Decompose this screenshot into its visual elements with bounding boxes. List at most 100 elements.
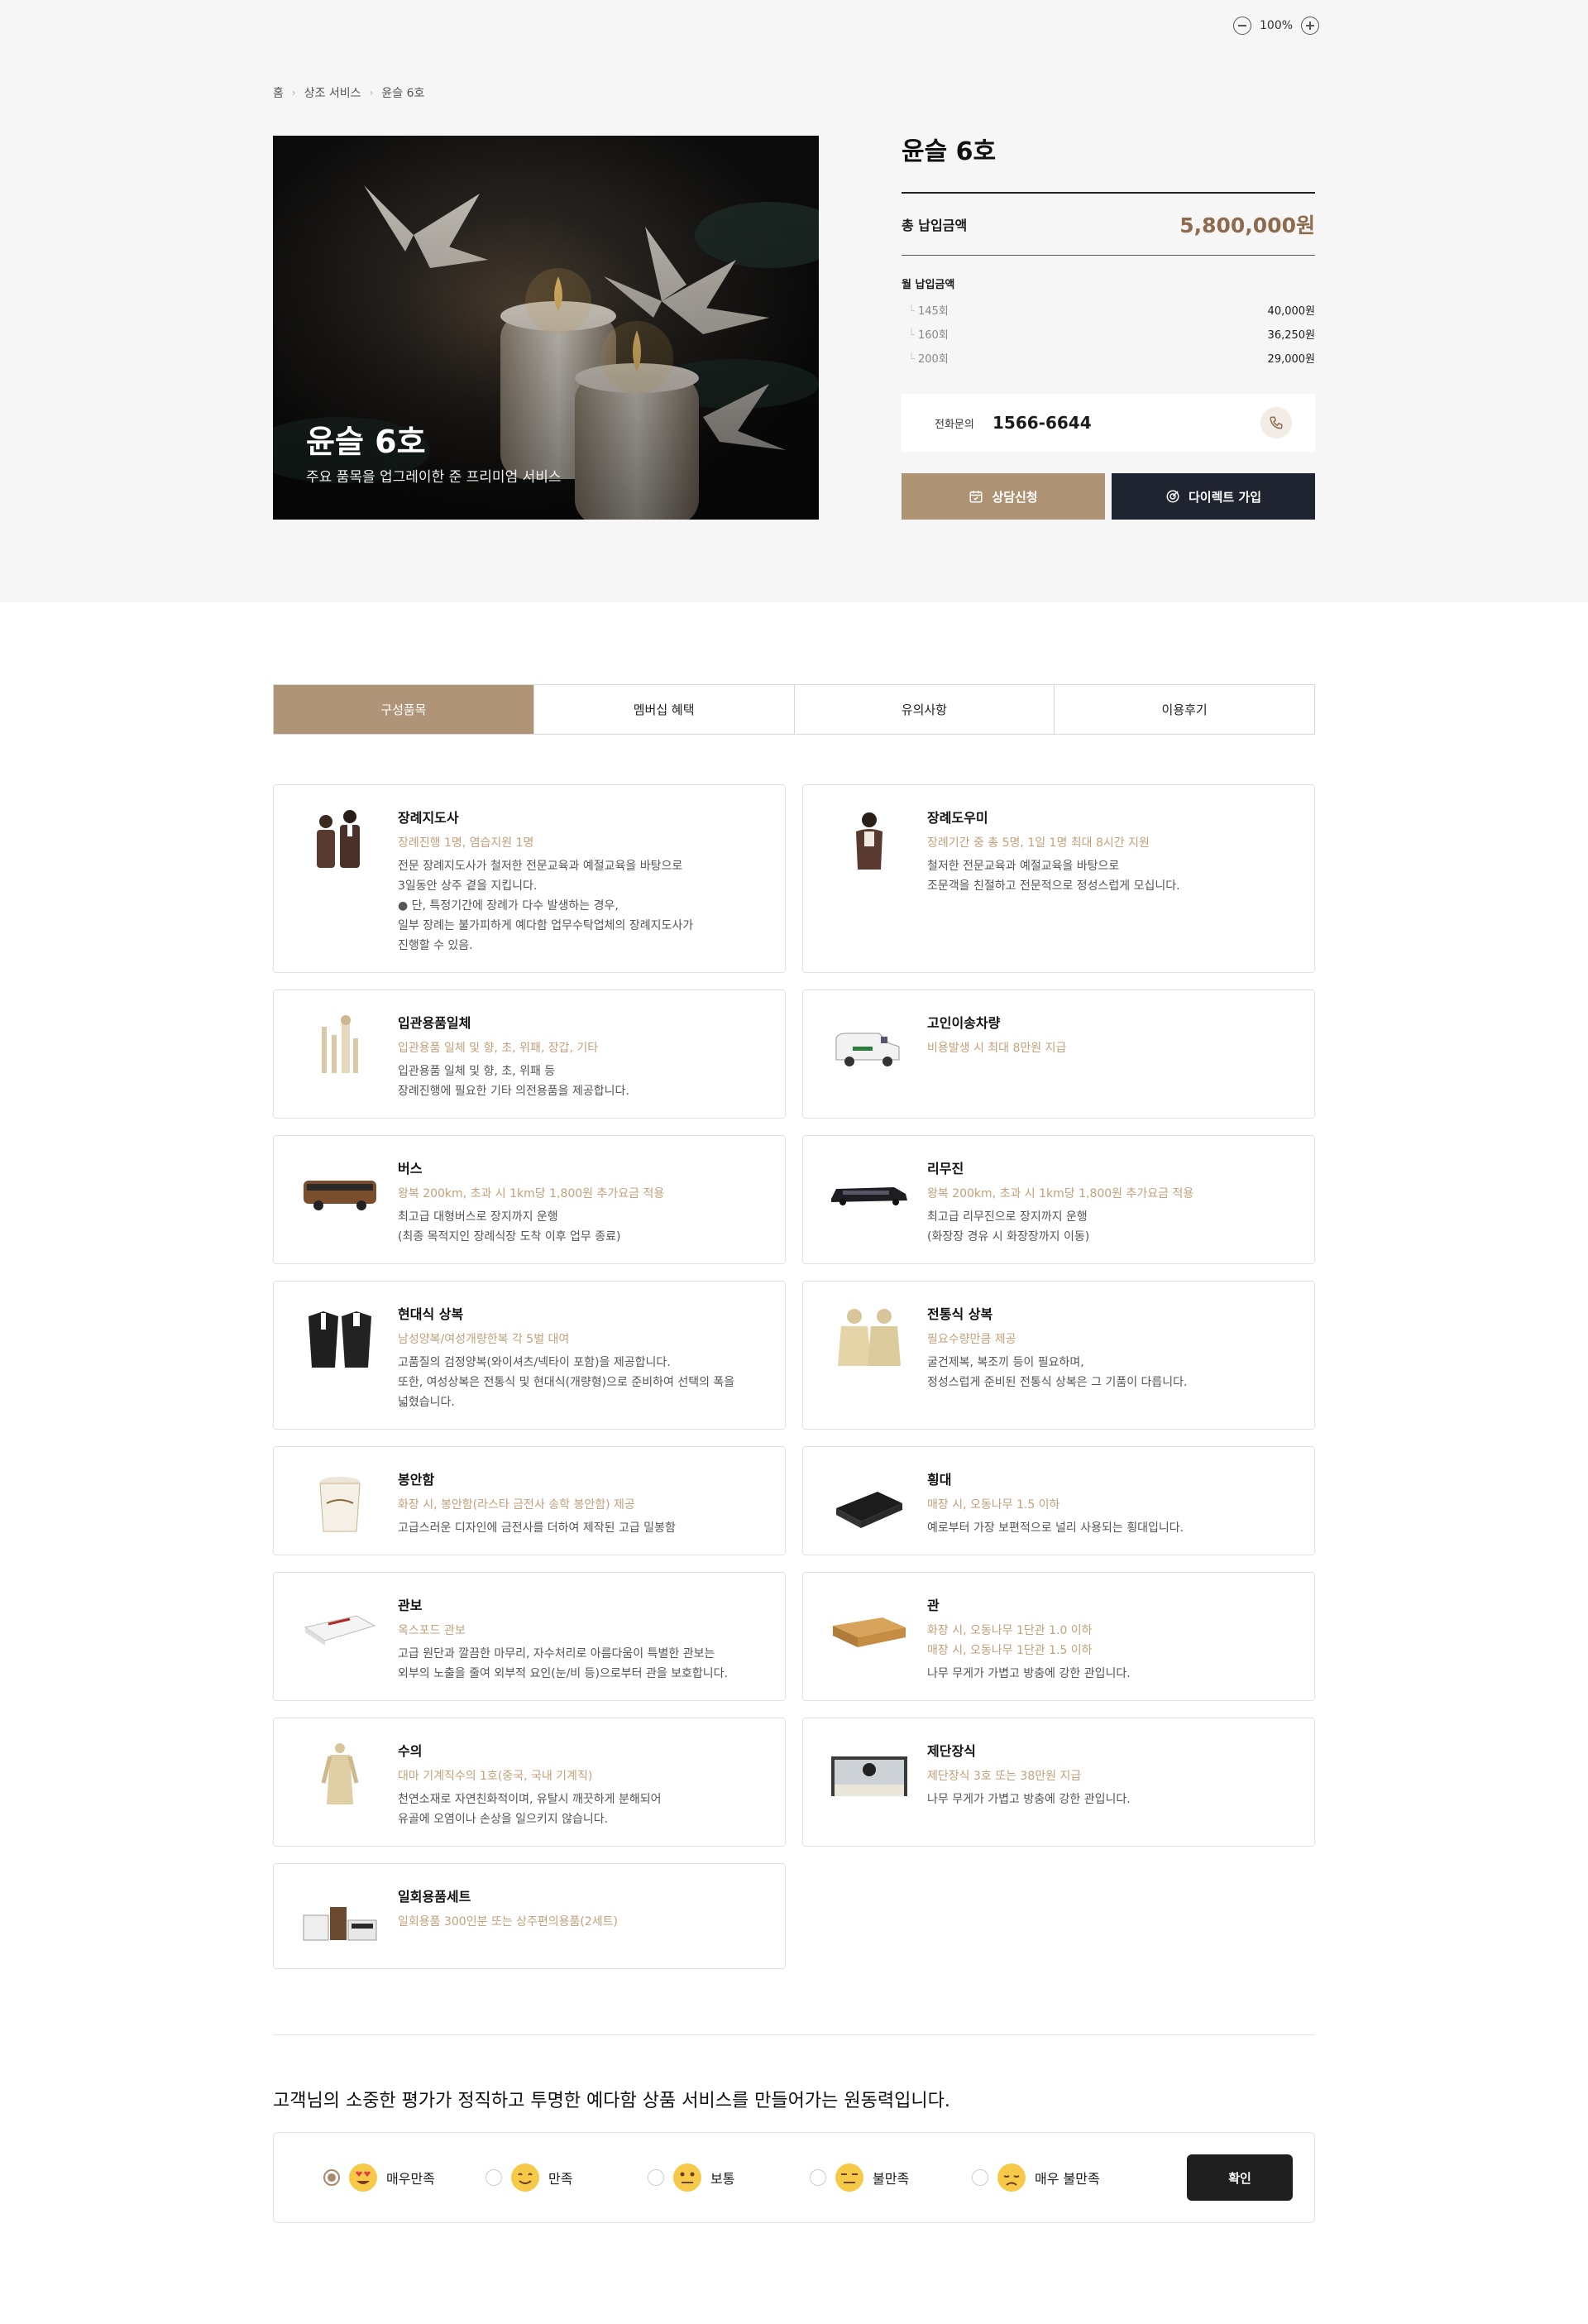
- detail-tabs: 구성품목 멤버십 혜택 유의사항 이용후기: [273, 684, 1315, 735]
- item-title: 봉안함: [398, 1472, 435, 1488]
- item-description: 고급스러운 디자인에 금전사를 더하여 제작된 고급 밀봉함: [398, 1521, 676, 1535]
- item-card: 고인이송차량 비용발생 시 최대 8만원 지급: [802, 989, 1315, 1119]
- zoom-in-icon[interactable]: [1301, 17, 1320, 35]
- item-highlight: 화장 시, 봉안함(라스타 금전사 송학 봉안함) 제공: [398, 1498, 635, 1512]
- item-card: 관보 옥스포드 관보 고급 원단과 깔끔한 마무리, 자수처리로 아름다움이 특…: [273, 1572, 786, 1701]
- item-description: 입관용품 일체 및 향, 초, 위패 등 장례진행에 필요한 기타 의전용품을 …: [398, 1065, 629, 1098]
- satisfaction-survey: 매우만족 만족 보통 불만족 매우 불만족 확인: [273, 2132, 1315, 2223]
- breadcrumb-separator: ›: [291, 87, 296, 98]
- item-title: 입관용품일체: [398, 1015, 471, 1031]
- item-highlight: 남성양복/여성개량한복 각 5벌 대여: [398, 1333, 570, 1346]
- item-highlight: 매장 시, 오동나무 1.5 이하: [927, 1498, 1060, 1512]
- direct-join-button[interactable]: 다이렉트 가입: [1112, 473, 1315, 520]
- coffin-supplies-icon: [322, 1015, 358, 1073]
- rating-radio[interactable]: [810, 2169, 826, 2186]
- section-divider: [273, 2034, 1315, 2035]
- modern-mourning-clothes-icon: [309, 1311, 371, 1368]
- item-highlight: 제단장식 3호 또는 38만원 지급: [927, 1770, 1082, 1783]
- item-title: 횡대: [927, 1472, 952, 1488]
- item-title: 관보: [398, 1598, 423, 1613]
- hero-title: 윤슬 6호: [306, 424, 426, 460]
- rating-radio[interactable]: [323, 2169, 340, 2186]
- phone-call-icon[interactable]: [1260, 407, 1292, 438]
- action-buttons: 상담신청 다이렉트 가입: [902, 473, 1315, 520]
- rating-radio[interactable]: [972, 2169, 988, 2186]
- rating-option-very-satisfied[interactable]: 매우만족: [323, 2163, 485, 2192]
- installment-count: 145회: [902, 302, 949, 318]
- total-payment-label: 총 납입금액: [902, 218, 968, 233]
- item-title: 수의: [398, 1743, 423, 1759]
- item-card: 일회용품세트 일회용품 300인분 또는 상주편의용품(2세트): [273, 1863, 786, 1969]
- item-title: 고인이송차량: [927, 1015, 1001, 1031]
- breadcrumb: 홈 › 상조 서비스 › 윤슬 6호: [273, 84, 424, 101]
- item-title: 일회용품세트: [398, 1889, 471, 1905]
- rating-radio[interactable]: [485, 2169, 502, 2186]
- item-card: 제단장식 제단장식 3호 또는 38만원 지급 나무 무게가 가볍고 방충에 강…: [802, 1718, 1315, 1847]
- item-description: 나무 무게가 가볍고 방충에 강한 관입니다.: [927, 1793, 1131, 1806]
- item-title: 리무진: [927, 1161, 964, 1176]
- product-info-panel: 윤슬 6호 총 납입금액 5,800,000원 월 납입금액 145회 40,0…: [902, 136, 1315, 520]
- item-highlight: 필요수량만큼 제공: [927, 1333, 1016, 1346]
- rating-label: 만족: [548, 2171, 573, 2187]
- hearse-van-icon: [835, 1033, 900, 1066]
- tab-reviews[interactable]: 이용후기: [1054, 685, 1314, 734]
- item-card: 리무진 왕복 200km, 초과 시 1km당 1,800원 추가요금 적용 최…: [802, 1135, 1315, 1264]
- item-description: 최고급 리무진으로 장지까지 운행 (화장장 경유 시 화장장까지 이동): [927, 1210, 1090, 1243]
- rating-label: 매우만족: [386, 2171, 435, 2187]
- coffin-icon: [833, 1617, 906, 1647]
- item-card: 장례지도사 장례진행 1명, 염습지원 1명 전문 장례지도사가 철저한 전문교…: [273, 784, 786, 973]
- rating-label: 보통: [710, 2171, 735, 2187]
- sad-emoji-icon: [997, 2163, 1026, 2192]
- rating-label: 불만족: [873, 2171, 910, 2187]
- calendar-icon: [969, 491, 983, 503]
- item-highlight: 장례기간 중 총 5명, 1일 1명 최대 8시간 지원: [927, 836, 1150, 850]
- neutral-emoji-icon: [673, 2163, 701, 2192]
- bus-icon: [304, 1181, 376, 1210]
- breadcrumb-services[interactable]: 상조 서비스: [304, 84, 361, 101]
- item-highlight: 왕복 200km, 초과 시 1km당 1,800원 추가요금 적용: [927, 1187, 1194, 1200]
- rating-radio[interactable]: [648, 2169, 664, 2186]
- item-title: 전통식 상복: [927, 1306, 993, 1322]
- item-title: 현대식 상복: [398, 1306, 464, 1322]
- item-highlight: 일회용품 300인분 또는 상주편의용품(2세트): [398, 1915, 618, 1929]
- item-title: 장례지도사: [398, 810, 459, 826]
- installment-count: 160회: [902, 326, 949, 342]
- hero-subtitle: 주요 품목을 업그레이한 준 프리미엄 서비스: [306, 469, 562, 486]
- rating-option-satisfied[interactable]: 만족: [485, 2163, 648, 2192]
- rating-option-dissatisfied[interactable]: 불만족: [810, 2163, 972, 2192]
- tab-membership[interactable]: 멤버십 혜택: [533, 685, 794, 734]
- item-title: 관: [927, 1598, 940, 1613]
- altar-decoration-icon: [831, 1756, 907, 1796]
- zoom-out-icon[interactable]: [1233, 17, 1251, 35]
- consult-request-button[interactable]: 상담신청: [902, 473, 1105, 520]
- installment-amount: 40,000원: [1267, 305, 1315, 318]
- monthly-payment-row: 160회 36,250원: [902, 322, 1315, 346]
- product-name: 윤슬 6호: [902, 137, 997, 166]
- rating-option-very-dissatisfied[interactable]: 매우 불만족: [972, 2163, 1134, 2192]
- monthly-payment-list: 월 납입금액 145회 40,000원 160회 36,250원 200회 29…: [902, 276, 1315, 370]
- disposable-supplies-icon: [303, 1907, 377, 1941]
- rating-option-neutral[interactable]: 보통: [648, 2163, 810, 2192]
- item-title: 제단장식: [927, 1743, 976, 1759]
- installment-amount: 36,250원: [1267, 329, 1315, 342]
- item-card: 전통식 상복 필요수량만큼 제공 굴건제복, 복조끼 등이 필요하며, 정성스럽…: [802, 1281, 1315, 1430]
- item-highlight: 왕복 200km, 초과 시 1km당 1,800원 추가요금 적용: [398, 1187, 665, 1200]
- item-description: 고품질의 검정양복(와이셔츠/넥타이 포함)을 제공합니다. 또한, 여성상복은…: [398, 1356, 735, 1409]
- item-card: 봉안함 화장 시, 봉안함(라스타 금전사 송학 봉안함) 제공 고급스러운 디…: [273, 1446, 786, 1555]
- zoom-level: 100%: [1260, 19, 1294, 32]
- urn-icon: [319, 1477, 361, 1532]
- item-description: 철저한 전문교육과 예절교육을 바탕으로 조문객을 친절하고 전문적으로 정성스…: [927, 860, 1180, 893]
- item-title: 장례도우미: [927, 810, 988, 826]
- coffin-cover-icon: [304, 1615, 376, 1646]
- zoom-control: 100%: [1233, 17, 1320, 35]
- survey-confirm-button[interactable]: 확인: [1187, 2154, 1293, 2201]
- tab-notice[interactable]: 유의사항: [793, 685, 1055, 734]
- limousine-icon: [831, 1187, 907, 1205]
- consult-request-label: 상담신청: [992, 489, 1038, 505]
- item-description: 고급 원단과 깔끔한 마무리, 자수처리로 아름다움이 특별한 관보는 외부의 …: [398, 1647, 729, 1680]
- item-description: 예로부터 가장 보편적으로 널리 사용되는 횡대입니다.: [927, 1521, 1184, 1535]
- tab-components[interactable]: 구성품목: [274, 685, 533, 734]
- item-highlight: 입관용품 일체 및 향, 초, 위패, 장갑, 기타: [398, 1042, 599, 1055]
- total-payment-row: 총 납입금액 5,800,000원: [902, 192, 1315, 256]
- breadcrumb-home[interactable]: 홈: [273, 84, 284, 101]
